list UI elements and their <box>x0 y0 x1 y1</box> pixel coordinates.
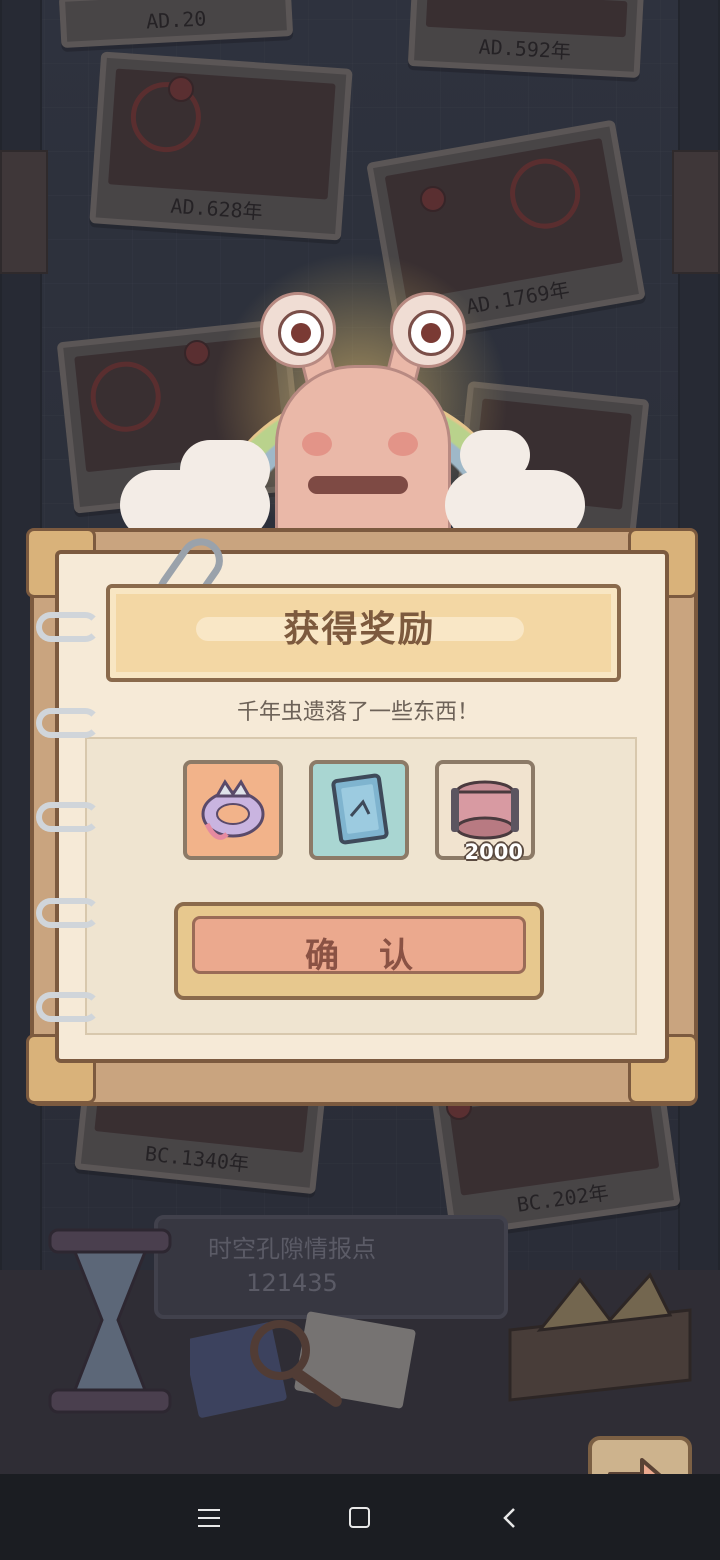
cloud <box>180 440 270 500</box>
back-icon[interactable] <box>490 1498 530 1538</box>
notebook-ring-icon <box>36 612 100 642</box>
notebook-ring-icon <box>36 992 100 1022</box>
snail-cheek <box>388 432 418 456</box>
snail-cheek <box>302 432 332 456</box>
ribbon-crown-icon <box>201 779 265 840</box>
reward-slot[interactable]: 2000 <box>435 760 535 864</box>
home-icon[interactable] <box>340 1498 380 1538</box>
card-icon <box>331 773 389 845</box>
confirm-button[interactable]: 确认 <box>174 902 544 1000</box>
snail-mouth <box>308 476 408 494</box>
cloud <box>460 430 530 480</box>
dialog-subtitle: 千年虫遗落了一些东西！ <box>236 700 479 725</box>
reward-quantity: 2000 <box>464 840 523 864</box>
dialog-title: 获得奖励 <box>283 609 436 650</box>
confirm-button-label: 确认 <box>305 936 453 976</box>
reward-slot[interactable] <box>183 760 283 860</box>
reward-slot[interactable] <box>309 760 409 860</box>
snail-eye-icon <box>260 292 336 368</box>
snail-eye-icon <box>390 292 466 368</box>
menu-icon[interactable] <box>190 1498 230 1538</box>
notebook-ring-icon <box>36 802 100 832</box>
notebook-ring-icon <box>36 898 100 928</box>
